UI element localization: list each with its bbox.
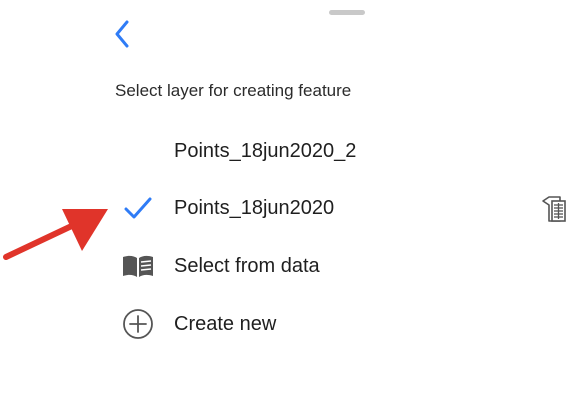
red-pointer-arrow bbox=[3, 209, 108, 260]
create-new-button[interactable]: Create new bbox=[110, 301, 580, 347]
create-new-label: Create new bbox=[174, 312, 277, 335]
select-from-data-button[interactable]: Select from data bbox=[110, 243, 580, 289]
layer-item-lead-empty bbox=[110, 128, 166, 174]
book-icon bbox=[123, 255, 153, 277]
attribute-table-icon bbox=[542, 196, 566, 222]
layer-item-points-18jun2020-2[interactable]: Points_18jun2020_2 bbox=[110, 128, 580, 174]
checkmark-icon bbox=[124, 197, 152, 219]
back-button[interactable] bbox=[104, 16, 140, 52]
sheet-grabber[interactable] bbox=[329, 10, 365, 15]
layer-item-points-18jun2020[interactable]: Points_18jun2020 bbox=[110, 185, 580, 231]
select-from-data-label: Select from data bbox=[174, 254, 320, 277]
select-layer-subtitle: Select layer for creating feature bbox=[115, 81, 352, 100]
plus-circle-icon-container bbox=[110, 301, 166, 347]
layer-selection-sheet: Select layer for creating feature Points… bbox=[0, 0, 587, 406]
layer-item-label: Points_18jun2020_2 bbox=[174, 139, 357, 162]
layer-item-label: Points_18jun2020 bbox=[174, 196, 335, 219]
chevron-left-icon bbox=[115, 20, 129, 48]
attribute-table-button[interactable] bbox=[538, 192, 570, 226]
plus-circle-icon bbox=[123, 309, 153, 339]
